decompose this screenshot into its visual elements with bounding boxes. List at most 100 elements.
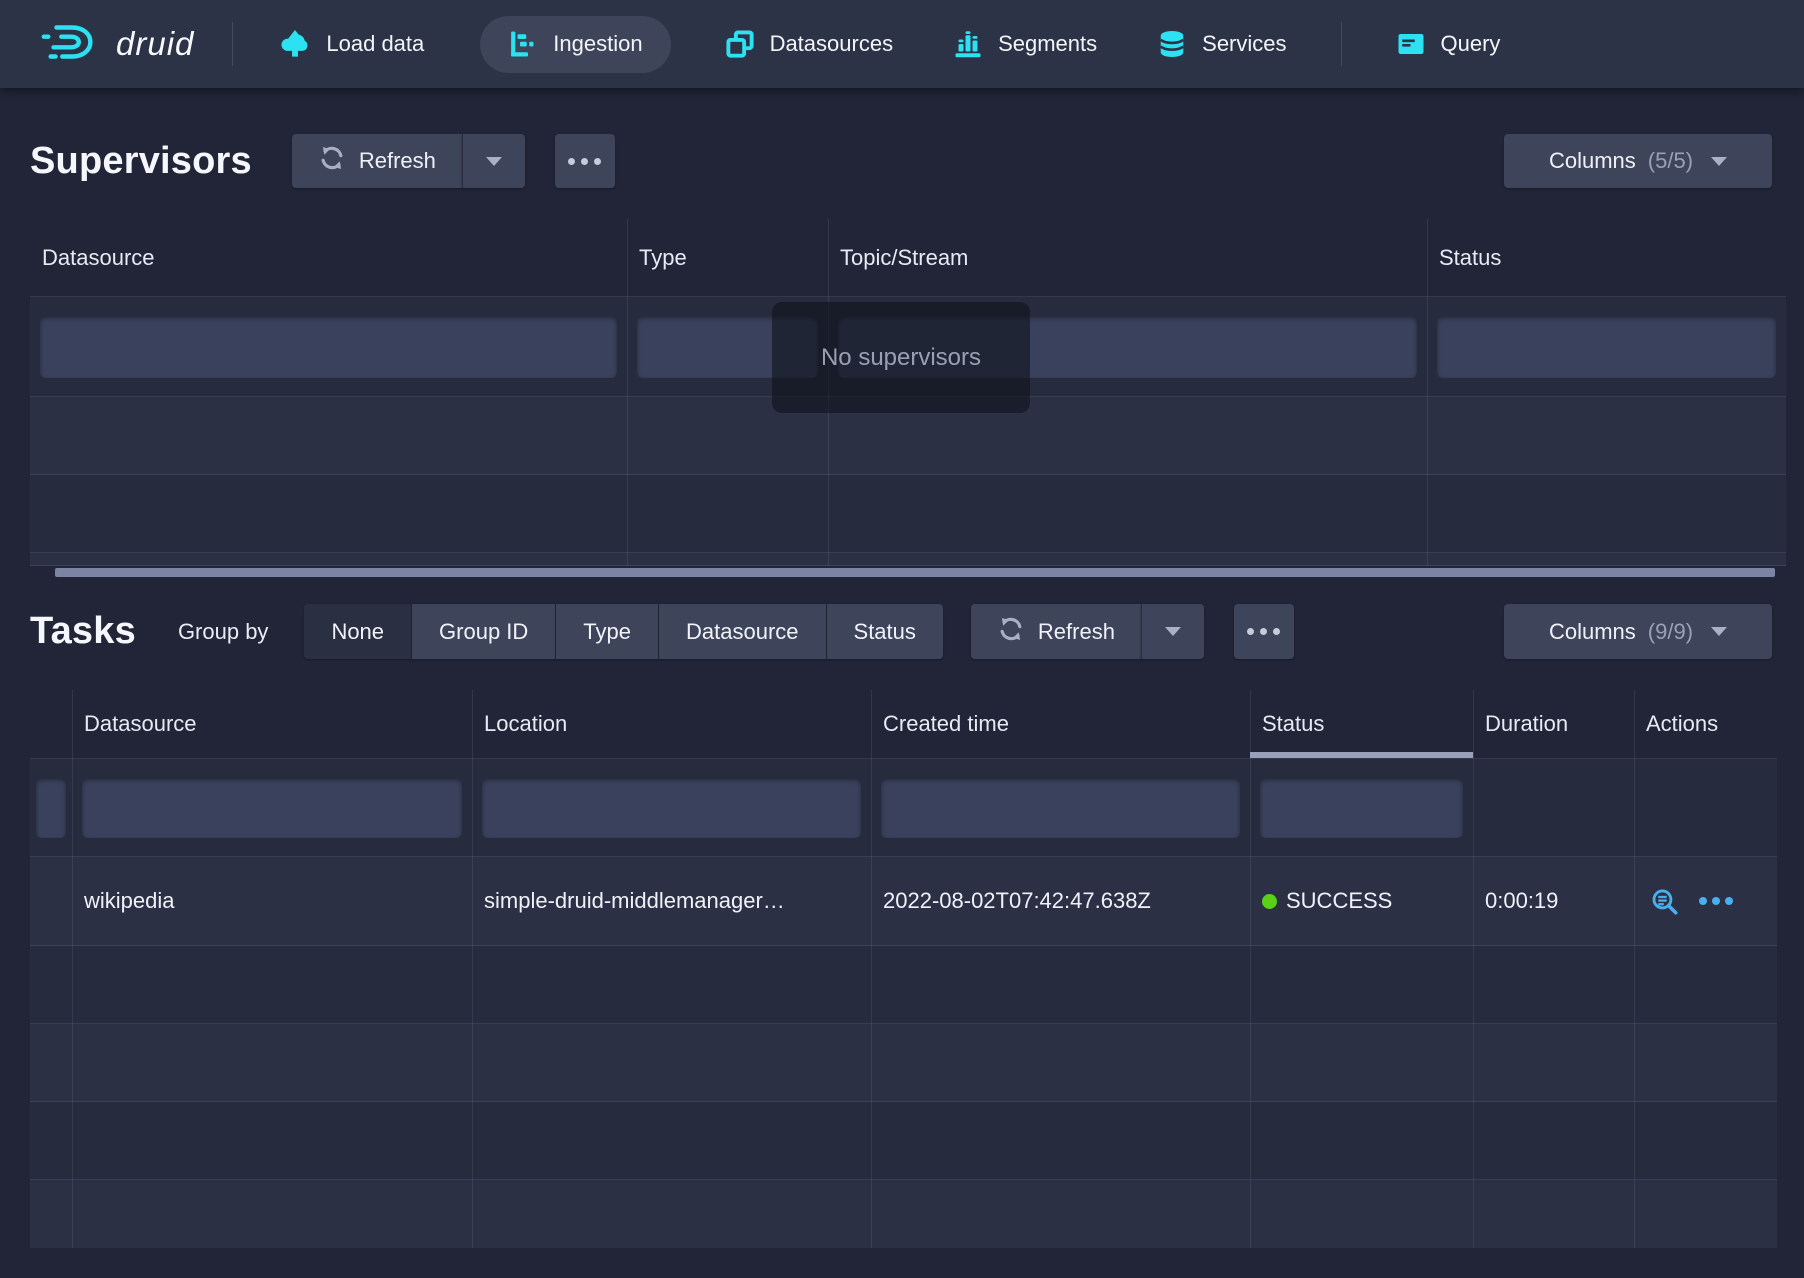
supervisors-datasource-filter-input[interactable] (40, 316, 617, 378)
stacked-chart-icon (953, 29, 983, 59)
tasks-title: Tasks (30, 610, 136, 653)
column-header-duration[interactable]: Duration (1473, 690, 1634, 758)
more-icon (1273, 628, 1280, 635)
datasource-cell: wikipedia (72, 857, 472, 945)
task-detail-magnifier-icon[interactable] (1650, 887, 1679, 916)
logo-text: druid (116, 25, 194, 63)
columns-count: (9/9) (1648, 619, 1693, 645)
refresh-icon (318, 144, 346, 178)
nav-item-label: Ingestion (553, 31, 642, 57)
supervisors-refresh-group: Refresh (292, 134, 525, 188)
column-header-created-time[interactable]: Created time (871, 690, 1250, 758)
tasks-more-button[interactable] (1234, 604, 1294, 659)
group-by-none-button[interactable]: None (304, 604, 411, 659)
empty-table-row (30, 1180, 1777, 1248)
row-index-cell (30, 857, 72, 945)
column-header-status[interactable]: Status (1250, 690, 1473, 758)
nav-item-ingestion[interactable]: Ingestion (480, 16, 670, 73)
duration-cell: 0:00:19 (1473, 857, 1634, 945)
column-header-blank[interactable] (30, 690, 72, 758)
more-icon (568, 158, 575, 165)
tasks-columns-button[interactable]: Columns (9/9) (1504, 604, 1772, 659)
nav-item-label: Datasources (770, 31, 894, 57)
sort-indicator (1250, 752, 1473, 758)
nav-item-label: Services (1202, 31, 1286, 57)
columns-count: (5/5) (1648, 148, 1693, 174)
supervisors-refresh-button[interactable]: Refresh (292, 134, 462, 188)
tasks-refresh-button[interactable]: Refresh (971, 604, 1141, 659)
nav-item-segments[interactable]: Segments (945, 29, 1105, 59)
created-time-cell: 2022-08-02T07:42:47.638Z (871, 857, 1250, 945)
tasks-refresh-dropdown-button[interactable] (1141, 604, 1204, 659)
tasks-created-time-filter-input[interactable] (881, 778, 1240, 838)
refresh-icon (997, 615, 1025, 649)
database-icon (1157, 29, 1187, 59)
group-by-group-id-button[interactable]: Group ID (412, 604, 555, 659)
tasks-blank-filter-input[interactable] (36, 778, 66, 838)
tasks-status-filter-input[interactable] (1260, 778, 1463, 838)
more-icon (594, 158, 601, 165)
task-actions-more-icon[interactable] (1699, 897, 1733, 905)
tasks-location-filter-input[interactable] (482, 778, 861, 838)
column-header-status-label: Status (1262, 711, 1324, 737)
group-by-label: Group by (178, 619, 269, 645)
tasks-table: Datasource Location Created time Status … (30, 690, 1777, 1248)
group-by-type-button[interactable]: Type (556, 604, 658, 659)
actions-cell (1634, 857, 1777, 945)
group-by-datasource-button[interactable]: Datasource (659, 604, 826, 659)
group-by-segmented-control: None Group ID Type Datasource Status (304, 604, 942, 659)
status-cell: SUCCESS (1250, 857, 1473, 945)
nav-item-load-data[interactable]: Load data (271, 28, 432, 60)
gantt-chart-icon (508, 29, 538, 59)
nav-item-label: Segments (998, 31, 1097, 57)
column-header-actions[interactable]: Actions (1634, 690, 1777, 758)
more-icon (1260, 628, 1267, 635)
empty-table-row (30, 475, 1786, 553)
group-by-status-button[interactable]: Status (827, 604, 943, 659)
supervisors-toolbar: Supervisors Refresh Columns (30, 134, 1772, 188)
column-header-datasource[interactable]: Datasource (30, 219, 627, 296)
refresh-label: Refresh (1038, 619, 1115, 645)
chevron-down-icon (1711, 157, 1727, 166)
refresh-label: Refresh (359, 148, 436, 174)
druid-logo[interactable]: druid (40, 21, 194, 68)
chevron-down-icon (1711, 627, 1727, 636)
empty-table-row (30, 553, 1786, 566)
supervisors-title: Supervisors (30, 140, 252, 183)
column-header-datasource[interactable]: Datasource (72, 690, 472, 758)
chevron-down-icon (1165, 627, 1181, 636)
supervisors-status-filter-input[interactable] (1437, 316, 1776, 378)
stacked-squares-icon (725, 29, 755, 59)
druid-logo-icon (40, 21, 102, 68)
column-header-location[interactable]: Location (472, 690, 871, 758)
more-icon (581, 158, 588, 165)
status-label: SUCCESS (1286, 888, 1392, 914)
columns-label: Columns (1549, 619, 1636, 645)
cloud-upload-icon (279, 28, 311, 60)
nav-item-services[interactable]: Services (1149, 29, 1294, 59)
empty-table-row (30, 1102, 1777, 1180)
tasks-refresh-group: Refresh (971, 604, 1204, 659)
empty-table-row (30, 1024, 1777, 1102)
navbar: druid Load data (0, 0, 1804, 88)
supervisors-horizontal-scrollbar[interactable] (55, 568, 1775, 577)
supervisors-columns-button[interactable]: Columns (5/5) (1504, 134, 1772, 188)
more-icon (1247, 628, 1254, 635)
task-row-wikipedia: wikipedia simple-druid-middlemanager… 20… (30, 857, 1777, 946)
navbar-divider (1341, 22, 1342, 66)
nav-item-query[interactable]: Query (1388, 29, 1509, 59)
column-header-topic-stream[interactable]: Topic/Stream (828, 219, 1427, 296)
nav-item-datasources[interactable]: Datasources (717, 29, 902, 59)
tasks-datasource-filter-input[interactable] (82, 778, 462, 838)
supervisors-more-button[interactable] (555, 134, 615, 188)
navbar-divider (232, 22, 233, 66)
location-cell: simple-druid-middlemanager… (472, 857, 871, 945)
empty-table-row (30, 946, 1777, 1024)
column-header-type[interactable]: Type (627, 219, 828, 296)
no-supervisors-message: No supervisors (821, 344, 981, 372)
column-header-status[interactable]: Status (1427, 219, 1786, 296)
supervisors-refresh-dropdown-button[interactable] (462, 134, 525, 188)
columns-label: Columns (1549, 148, 1636, 174)
no-supervisors-overlay: No supervisors (772, 302, 1030, 413)
nav-item-label: Load data (326, 31, 424, 57)
